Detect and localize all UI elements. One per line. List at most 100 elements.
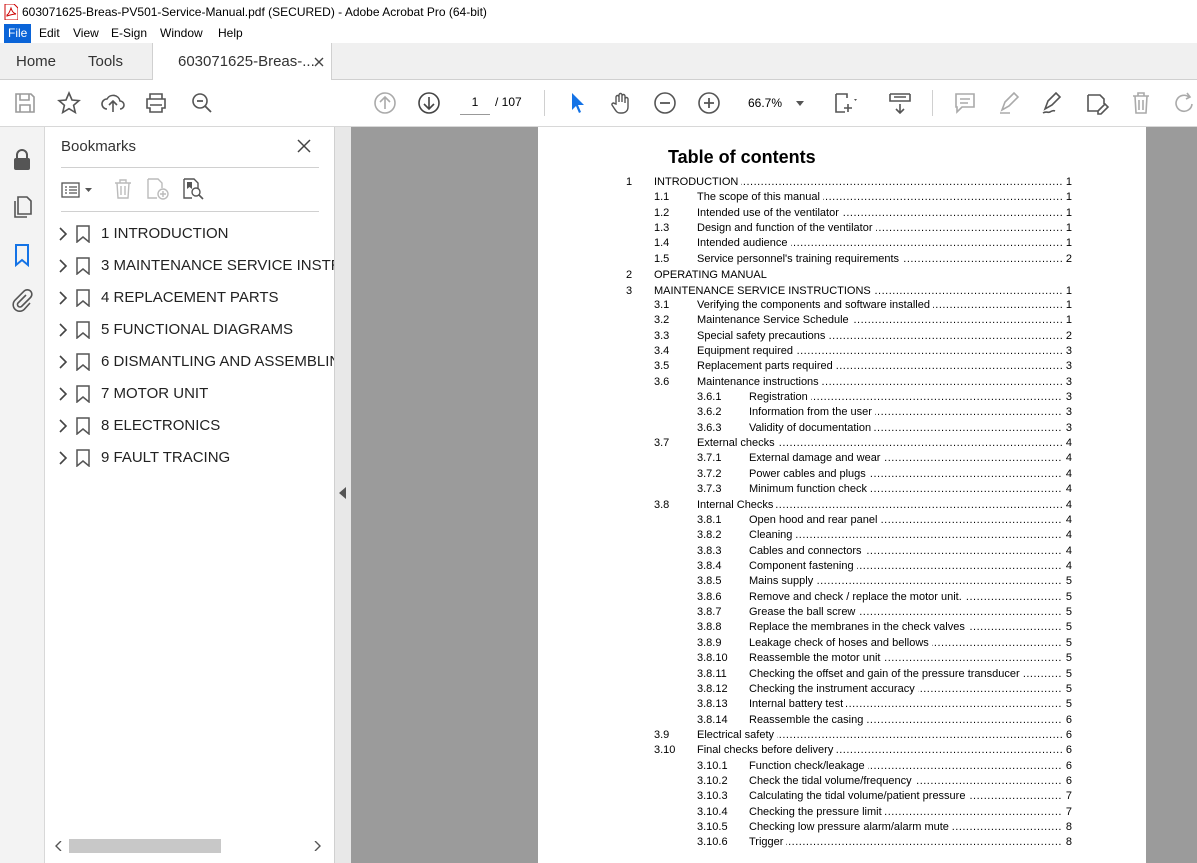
toc-entry[interactable]: 3.7.1 External damage and wear...........… — [538, 451, 1072, 466]
rotate-icon[interactable] — [1172, 90, 1197, 116]
hand-tool-icon[interactable] — [608, 90, 634, 116]
save-icon[interactable] — [12, 90, 38, 116]
toc-entry[interactable]: 2 OPERATING MANUAL — [538, 268, 1072, 283]
chevron-right-icon[interactable] — [57, 291, 69, 305]
toc-entry[interactable]: 3.8.13 Internal battery test.............… — [538, 697, 1072, 712]
toc-entry[interactable]: 3.8.7 Grease the ball screw..............… — [538, 605, 1072, 620]
toc-entry[interactable]: 3.8.11 Checking the offset and gain of th… — [538, 666, 1072, 681]
toc-entry[interactable]: 3.10.4 Checking the pressure limit.......… — [538, 804, 1072, 819]
close-icon[interactable] — [297, 139, 311, 153]
toc-entry[interactable]: 3.8.12Checking the instrument accuracy..… — [538, 681, 1072, 696]
bookmark-item[interactable]: 3 MAINTENANCE SERVICE INSTRUCTIONS — [45, 250, 334, 282]
pages-icon[interactable] — [10, 195, 34, 219]
edit-stamp-icon[interactable] — [1084, 90, 1110, 116]
menu-window[interactable]: Window — [156, 24, 207, 43]
comment-icon[interactable] — [952, 90, 978, 116]
toc-entry[interactable]: 3.8.8 Replace the membranes in the check … — [538, 620, 1072, 635]
toc-entry[interactable]: 3.8.2 Cleaning...........................… — [538, 528, 1072, 543]
toc-entry[interactable]: 3.10.3 Calculating the tidal volume/patie… — [538, 789, 1072, 804]
toc-entry[interactable]: 3.8 Internal Checks......................… — [538, 497, 1072, 512]
delete-bookmark-icon[interactable] — [113, 178, 133, 200]
toc-entry[interactable]: 3.8.3 Cables and connectors..............… — [538, 543, 1072, 558]
bookmark-item[interactable]: 8 ELECTRONICS — [45, 410, 334, 442]
toc-entry[interactable]: 1 INTRODUCTION...........................… — [538, 175, 1072, 189]
menu-edit[interactable]: Edit — [35, 24, 64, 43]
toc-entry[interactable]: 3.8.9Leakage check of hoses and bellows.… — [538, 635, 1072, 650]
bookmark-options-icon[interactable] — [61, 181, 97, 199]
toc-entry[interactable]: 3.8.6 Remove and check / replace the moto… — [538, 589, 1072, 604]
panel-splitter[interactable] — [334, 127, 351, 863]
tab-home[interactable]: Home — [16, 43, 56, 80]
delete-icon[interactable] — [1128, 90, 1154, 116]
toc-entry[interactable]: 3.5 Replacement parts required...........… — [538, 359, 1072, 374]
toc-entry[interactable]: 3.9 Electrical safety....................… — [538, 727, 1072, 742]
toc-entry[interactable]: 3.1 Verifying the components and software… — [538, 297, 1072, 312]
toc-entry[interactable]: 3.10.6 Trigger...........................… — [538, 835, 1072, 850]
chevron-right-icon[interactable] — [57, 323, 69, 337]
chevron-right-icon[interactable] — [57, 355, 69, 369]
toc-entry[interactable]: 3.7.3 Minimum function check.............… — [538, 482, 1072, 497]
zoom-out-icon[interactable] — [652, 90, 678, 116]
bookmark-item[interactable]: 9 FAULT TRACING — [45, 442, 334, 474]
toc-entry[interactable]: 1.5 Service personnel's training requirem… — [538, 251, 1072, 266]
tab-tools[interactable]: Tools — [88, 43, 123, 80]
toc-entry[interactable]: 1.2 Intended use of the ventilator.......… — [538, 205, 1072, 220]
chevron-right-icon[interactable] — [57, 259, 69, 273]
toc-entry[interactable]: 1.4 Intended audience....................… — [538, 236, 1072, 251]
menu-file[interactable]: File — [4, 24, 32, 43]
sign-pen-icon[interactable] — [1040, 90, 1066, 116]
attachment-icon[interactable] — [10, 288, 34, 312]
toc-entry[interactable]: 3.8.1 Open hood and rear panel...........… — [538, 512, 1072, 527]
page-number-input[interactable]: 1 — [460, 91, 490, 115]
highlight-pen-icon[interactable] — [996, 90, 1022, 116]
toc-entry[interactable]: 3.8.4 Component fastening................… — [538, 559, 1072, 573]
toc-entry[interactable]: 3.10.2Check the tidal volume/frequency..… — [538, 774, 1072, 789]
print-icon[interactable] — [143, 90, 169, 116]
page-fit-icon[interactable] — [832, 90, 858, 116]
bookmark-item[interactable]: 6 DISMANTLING AND ASSEMBLING — [45, 346, 334, 378]
toc-entry[interactable]: 3.2 Maintenance Service Schedule.........… — [538, 313, 1072, 328]
bookmark-item[interactable]: 7 MOTOR UNIT — [45, 378, 334, 410]
toc-entry[interactable]: 3.8.5 Mains supply.......................… — [538, 574, 1072, 589]
chevron-right-icon[interactable] — [57, 451, 69, 465]
chevron-right-icon[interactable] — [57, 227, 69, 241]
bookmark-item[interactable]: 4 REPLACEMENT PARTS — [45, 282, 334, 314]
toc-entry[interactable]: 3.7 External checks......................… — [538, 436, 1072, 451]
tab-document[interactable]: 603071625-Breas-... — [152, 43, 332, 81]
toc-entry[interactable]: 3.6.2 Information from the user..........… — [538, 405, 1072, 420]
toc-entry[interactable]: 3.6.1 Registration.......................… — [538, 390, 1072, 405]
select-cursor-icon[interactable] — [564, 90, 590, 116]
scrollbar-thumb[interactable] — [69, 839, 221, 853]
toc-entry[interactable]: 1.3 Design and function of the ventilator… — [538, 221, 1072, 236]
toc-entry[interactable]: 3.10 Final checks before delivery........… — [538, 743, 1072, 758]
bookmark-item[interactable]: 5 FUNCTIONAL DIAGRAMS — [45, 314, 334, 346]
bookmark-item[interactable]: 1 INTRODUCTION — [45, 218, 334, 250]
toc-entry[interactable]: 3.10.1 Function check/leakage............… — [538, 758, 1072, 773]
zoom-select[interactable]: 66.7% — [740, 91, 808, 115]
menu-help[interactable]: Help — [214, 24, 247, 43]
star-icon[interactable] — [56, 90, 82, 116]
toc-entry[interactable]: 3.6 Maintenance instructions.............… — [538, 374, 1072, 389]
horizontal-scrollbar[interactable] — [45, 835, 334, 857]
scroll-mode-icon[interactable] — [887, 90, 913, 116]
toc-entry[interactable]: 3.6.3 Validity of documentation..........… — [538, 420, 1072, 435]
toc-entry[interactable]: 3.7.2 Power cables and plugs.............… — [538, 466, 1072, 481]
close-icon[interactable] — [314, 57, 324, 67]
new-bookmark-icon[interactable] — [146, 178, 170, 200]
chevron-left-icon[interactable] — [55, 841, 63, 851]
toc-entry[interactable]: 3.3 Special safety precautions...........… — [538, 328, 1072, 343]
chevron-right-icon[interactable] — [57, 387, 69, 401]
toc-entry[interactable]: 3.4 Equipment required...................… — [538, 343, 1072, 358]
toc-entry[interactable]: 1.1 The scope of this manual.............… — [538, 190, 1072, 205]
lock-icon[interactable] — [10, 148, 34, 172]
menu-e-sign[interactable]: E-Sign — [107, 24, 151, 43]
next-page-icon[interactable] — [416, 90, 442, 116]
collapse-panel-icon[interactable] — [339, 487, 346, 499]
toc-entry[interactable]: 3.8.14 Reassemble the casing.............… — [538, 712, 1072, 727]
document-viewer[interactable]: Table of contents 1 INTRODUCTION.........… — [351, 127, 1197, 863]
toc-entry[interactable]: 3.8.10 Reassemble the motor unit.........… — [538, 651, 1072, 666]
chevron-right-icon[interactable] — [57, 419, 69, 433]
toc-entry[interactable]: 3MAINTENANCE SERVICE INSTRUCTIONS.......… — [538, 283, 1072, 298]
upload-cloud-icon[interactable] — [100, 90, 126, 116]
menu-view[interactable]: View — [69, 24, 103, 43]
